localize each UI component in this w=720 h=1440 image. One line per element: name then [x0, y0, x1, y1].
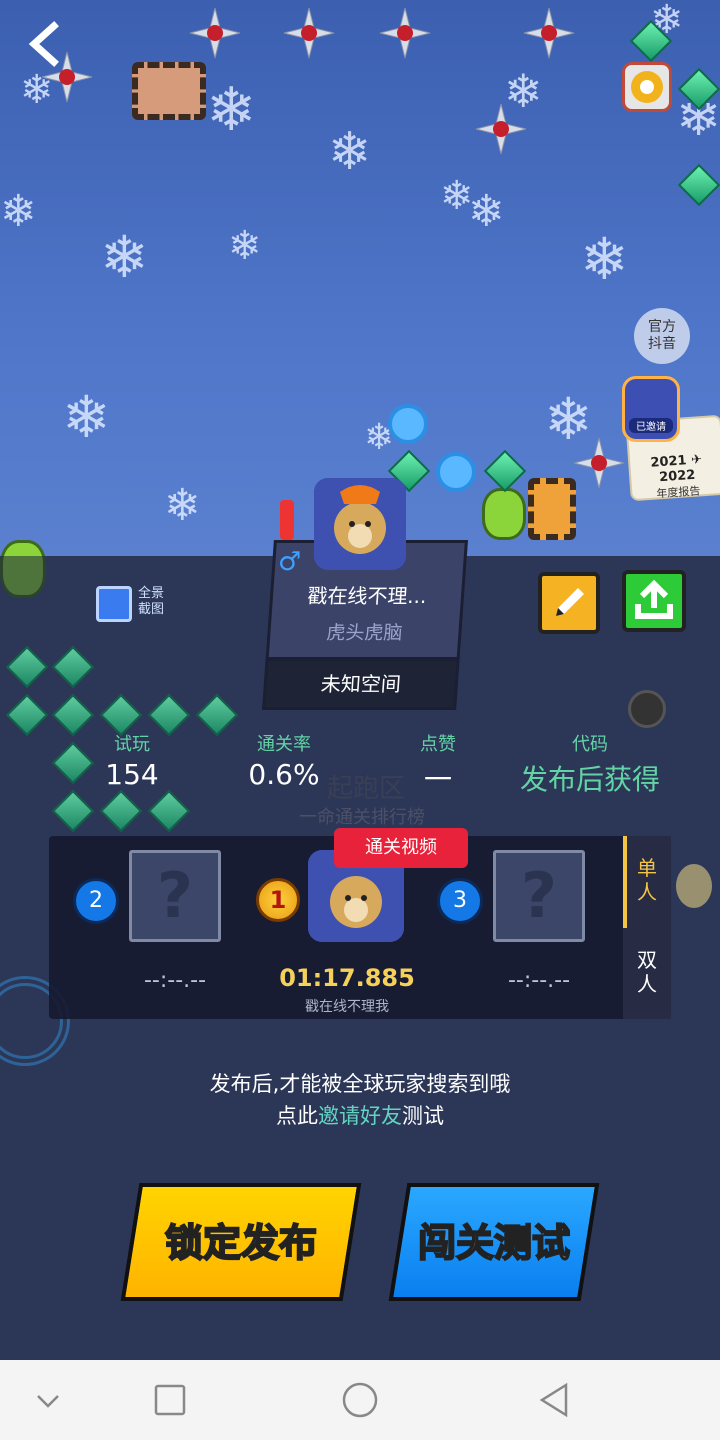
upload-icon	[635, 579, 673, 619]
author-name: 戳在线不理...	[306, 584, 428, 608]
stat-code-value: 发布后获得	[519, 763, 660, 796]
gear-icon	[631, 71, 663, 103]
nav-recents-button[interactable]	[150, 1380, 190, 1420]
zone-title: 起跑区	[326, 774, 405, 804]
back-button[interactable]	[22, 20, 66, 68]
rank-2-badge: 2	[73, 878, 119, 924]
test-play-button[interactable]: 闯关测试	[388, 1183, 600, 1301]
snowflake-icon: ❄	[468, 186, 505, 237]
spike-trap-icon	[475, 103, 527, 155]
rank-3-time: --:--.--	[507, 968, 571, 993]
rank-2-time: --:--.--	[143, 968, 207, 993]
nav-home-button[interactable]	[340, 1380, 380, 1420]
publish-hint-line2: 点此邀请好友测试	[0, 1100, 720, 1130]
stat-clear-rate-label: 通关率	[257, 734, 311, 755]
stat-plays: 试玩 154	[96, 730, 168, 791]
thorn-block-icon	[132, 62, 206, 120]
hint-prefix: 点此	[276, 1104, 318, 1128]
rank-1-player: 戳在线不理我	[305, 999, 389, 1015]
snowflake-icon: ❄	[228, 223, 262, 269]
screenshot-label-line1: 全景	[138, 586, 165, 601]
thorn-block-icon	[528, 478, 576, 540]
official-label-line2: 抖音	[648, 336, 676, 352]
stat-code-label: 代码	[572, 734, 608, 755]
snowflake-icon: ❄	[328, 122, 372, 182]
zone-subtitle: 一命通关排行榜	[299, 807, 425, 828]
nav-back-button[interactable]	[534, 1380, 574, 1420]
snowflake-icon: ❄	[164, 480, 201, 531]
heart-ring-icon	[388, 404, 428, 444]
stat-code: 代码 发布后获得	[508, 730, 672, 798]
tab-single[interactable]: 单人	[623, 856, 671, 904]
male-icon: ♂	[278, 547, 302, 577]
dog-avatar-icon	[314, 478, 406, 570]
question-mark-icon: ?	[521, 859, 557, 932]
monster-icon	[482, 488, 526, 540]
panorama-screenshot-button[interactable]: 全景 截图	[96, 584, 176, 624]
lock-publish-label: 锁定发布	[164, 1220, 318, 1266]
official-label-line1: 官方	[648, 319, 676, 335]
snowflake-icon: ❄	[62, 383, 111, 451]
author-tag: 虎头虎脑	[325, 622, 404, 644]
heart-ring-icon	[436, 452, 476, 492]
rank-2-avatar-placeholder[interactable]: ?	[129, 850, 221, 942]
mode-tabs: 单人 双人	[623, 836, 671, 1019]
author-avatar[interactable]	[314, 478, 406, 570]
lock-publish-button[interactable]: 锁定发布	[120, 1183, 362, 1301]
screenshot-label-line2: 截图	[138, 602, 165, 617]
official-douyin-button[interactable]: 官方 抖音	[634, 308, 690, 364]
saw-icon	[628, 690, 666, 728]
stat-likes-label: 点赞	[420, 734, 456, 755]
spike-trap-icon	[573, 437, 625, 489]
publish-hint-line1: 发布后,才能被全球玩家搜索到哦	[209, 1072, 511, 1096]
spike-trap-icon	[379, 7, 431, 59]
snowflake-icon: ❄	[0, 186, 37, 237]
test-play-label: 闯关测试	[417, 1220, 571, 1266]
rank-1-time: 01:17.885	[279, 964, 415, 992]
tab-double[interactable]: 双人	[623, 948, 671, 996]
spike-trap-icon	[523, 7, 575, 59]
snowflake-icon: ❄	[580, 225, 629, 293]
tab-single-label: 单人	[637, 856, 657, 904]
snowflake-icon: ❄	[100, 223, 149, 291]
spike-trap-icon	[283, 7, 335, 59]
clear-video-button[interactable]: 通关视频	[334, 828, 468, 868]
pencil-icon	[556, 588, 584, 616]
author-space: 未知空间	[320, 672, 402, 696]
system-navigation-bar	[0, 1360, 720, 1440]
share-button[interactable]	[622, 570, 686, 632]
snowflake-icon: ❄	[206, 75, 257, 145]
rank-3-badge: 3	[437, 878, 483, 924]
nav-collapse-button[interactable]	[28, 1380, 68, 1420]
invite-badge-label: 已邀请	[629, 418, 673, 433]
invite-badge[interactable]: 已邀请	[622, 376, 680, 442]
edit-button[interactable]	[538, 572, 600, 634]
stat-plays-label: 试玩	[114, 734, 150, 755]
spike-trap-icon	[189, 7, 241, 59]
tab-double-label: 双人	[637, 948, 657, 996]
camera-icon	[96, 586, 132, 622]
rank-3-avatar-placeholder[interactable]: ?	[493, 850, 585, 942]
hint-suffix: 测试	[402, 1104, 444, 1128]
question-mark-icon: ?	[157, 859, 193, 932]
spring-icon	[280, 500, 294, 540]
settings-button[interactable]	[622, 62, 672, 112]
invite-friends-link[interactable]: 邀请好友	[318, 1104, 402, 1128]
stat-plays-value: 154	[105, 758, 159, 791]
lightbulb-icon	[676, 864, 712, 908]
rank-1-medal-icon: 1	[256, 878, 300, 922]
